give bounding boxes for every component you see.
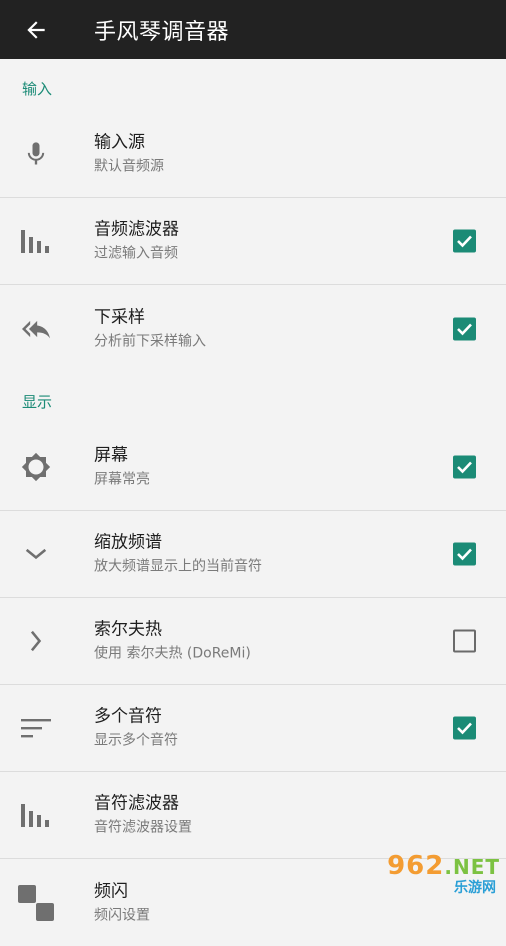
setting-subtitle: 使用 索尔夫热 (DoReMi) bbox=[94, 645, 251, 662]
watermark-net: .NET bbox=[444, 854, 500, 879]
back-button[interactable] bbox=[0, 0, 72, 59]
back-arrow-icon bbox=[27, 20, 45, 39]
setting-audio-filter[interactable]: 音频滤波器 过滤输入音频 bbox=[0, 198, 506, 285]
section-header-input: 输入 bbox=[22, 80, 53, 98]
setting-title: 音频滤波器 bbox=[94, 219, 179, 240]
microphone-icon bbox=[14, 132, 58, 176]
setting-note-filter[interactable]: 音符滤波器 音符滤波器设置 bbox=[0, 772, 506, 859]
screen-checkbox[interactable] bbox=[453, 455, 476, 479]
chevron-down-icon bbox=[14, 532, 58, 576]
check-icon bbox=[457, 323, 472, 335]
app-bar: 手风琴调音器 bbox=[0, 0, 506, 59]
setting-subtitle: 默认音频源 bbox=[94, 158, 164, 175]
setting-subtitle: 屏幕常亮 bbox=[94, 471, 150, 488]
setting-subtitle: 频闪设置 bbox=[94, 907, 150, 923]
setting-multiple-notes[interactable]: 多个音符 显示多个音符 bbox=[0, 685, 506, 772]
setting-title: 下采样 bbox=[94, 307, 145, 327]
setting-zoom-spectrum[interactable]: 缩放频谱 放大频谱显示上的当前音符 bbox=[0, 511, 506, 598]
watermark-logo: 962.NET 乐游网 bbox=[366, 852, 500, 896]
setting-title: 屏幕 bbox=[94, 445, 128, 466]
watermark-number: 962 bbox=[387, 850, 445, 881]
setting-solfege[interactable]: 索尔夫热 使用 索尔夫热 (DoReMi) bbox=[0, 598, 506, 685]
setting-title: 音符滤波器 bbox=[94, 793, 179, 814]
equalizer-bars-icon bbox=[14, 793, 58, 837]
setting-screen[interactable]: 屏幕 屏幕常亮 bbox=[0, 424, 506, 511]
watermark-site-name: 乐游网 bbox=[454, 879, 496, 896]
check-icon bbox=[457, 461, 472, 474]
setting-subtitle: 分析前下采样输入 bbox=[94, 333, 206, 349]
setting-subtitle: 过滤输入音频 bbox=[94, 245, 178, 262]
downsample-checkbox[interactable] bbox=[453, 317, 476, 340]
setting-title: 缩放频谱 bbox=[94, 532, 162, 553]
setting-downsample[interactable]: 下采样 分析前下采样输入 bbox=[0, 285, 506, 372]
setting-title: 索尔夫热 bbox=[94, 619, 162, 640]
setting-title: 频闪 bbox=[94, 881, 128, 901]
multiple-notes-checkbox[interactable] bbox=[453, 716, 476, 740]
check-icon bbox=[457, 548, 472, 561]
page-title: 手风琴调音器 bbox=[94, 19, 230, 45]
zoom-spectrum-checkbox[interactable] bbox=[453, 542, 476, 566]
audio-filter-checkbox[interactable] bbox=[453, 229, 476, 253]
double-reply-arrow-icon bbox=[14, 307, 58, 351]
check-icon bbox=[457, 235, 472, 248]
brightness-icon bbox=[14, 445, 58, 489]
equalizer-bars-icon bbox=[14, 219, 58, 263]
setting-subtitle: 音符滤波器设置 bbox=[94, 819, 192, 836]
solfege-checkbox[interactable] bbox=[453, 629, 476, 653]
chevron-right-icon bbox=[14, 619, 58, 663]
setting-title: 多个音符 bbox=[94, 706, 162, 727]
sort-lines-icon bbox=[14, 706, 58, 750]
check-icon bbox=[457, 722, 472, 735]
setting-subtitle: 显示多个音符 bbox=[94, 732, 178, 749]
setting-title: 输入源 bbox=[94, 132, 145, 153]
settings-list: 输入 输入源 默认音频源 音频滤波器 过滤输入音频 下采样 分析前下采样输入 显… bbox=[0, 59, 506, 946]
setting-subtitle: 放大频谱显示上的当前音符 bbox=[94, 558, 262, 575]
section-header-display: 显示 bbox=[22, 393, 53, 411]
setting-input-source[interactable]: 输入源 默认音频源 bbox=[0, 111, 506, 198]
strobe-squares-icon bbox=[14, 881, 58, 925]
